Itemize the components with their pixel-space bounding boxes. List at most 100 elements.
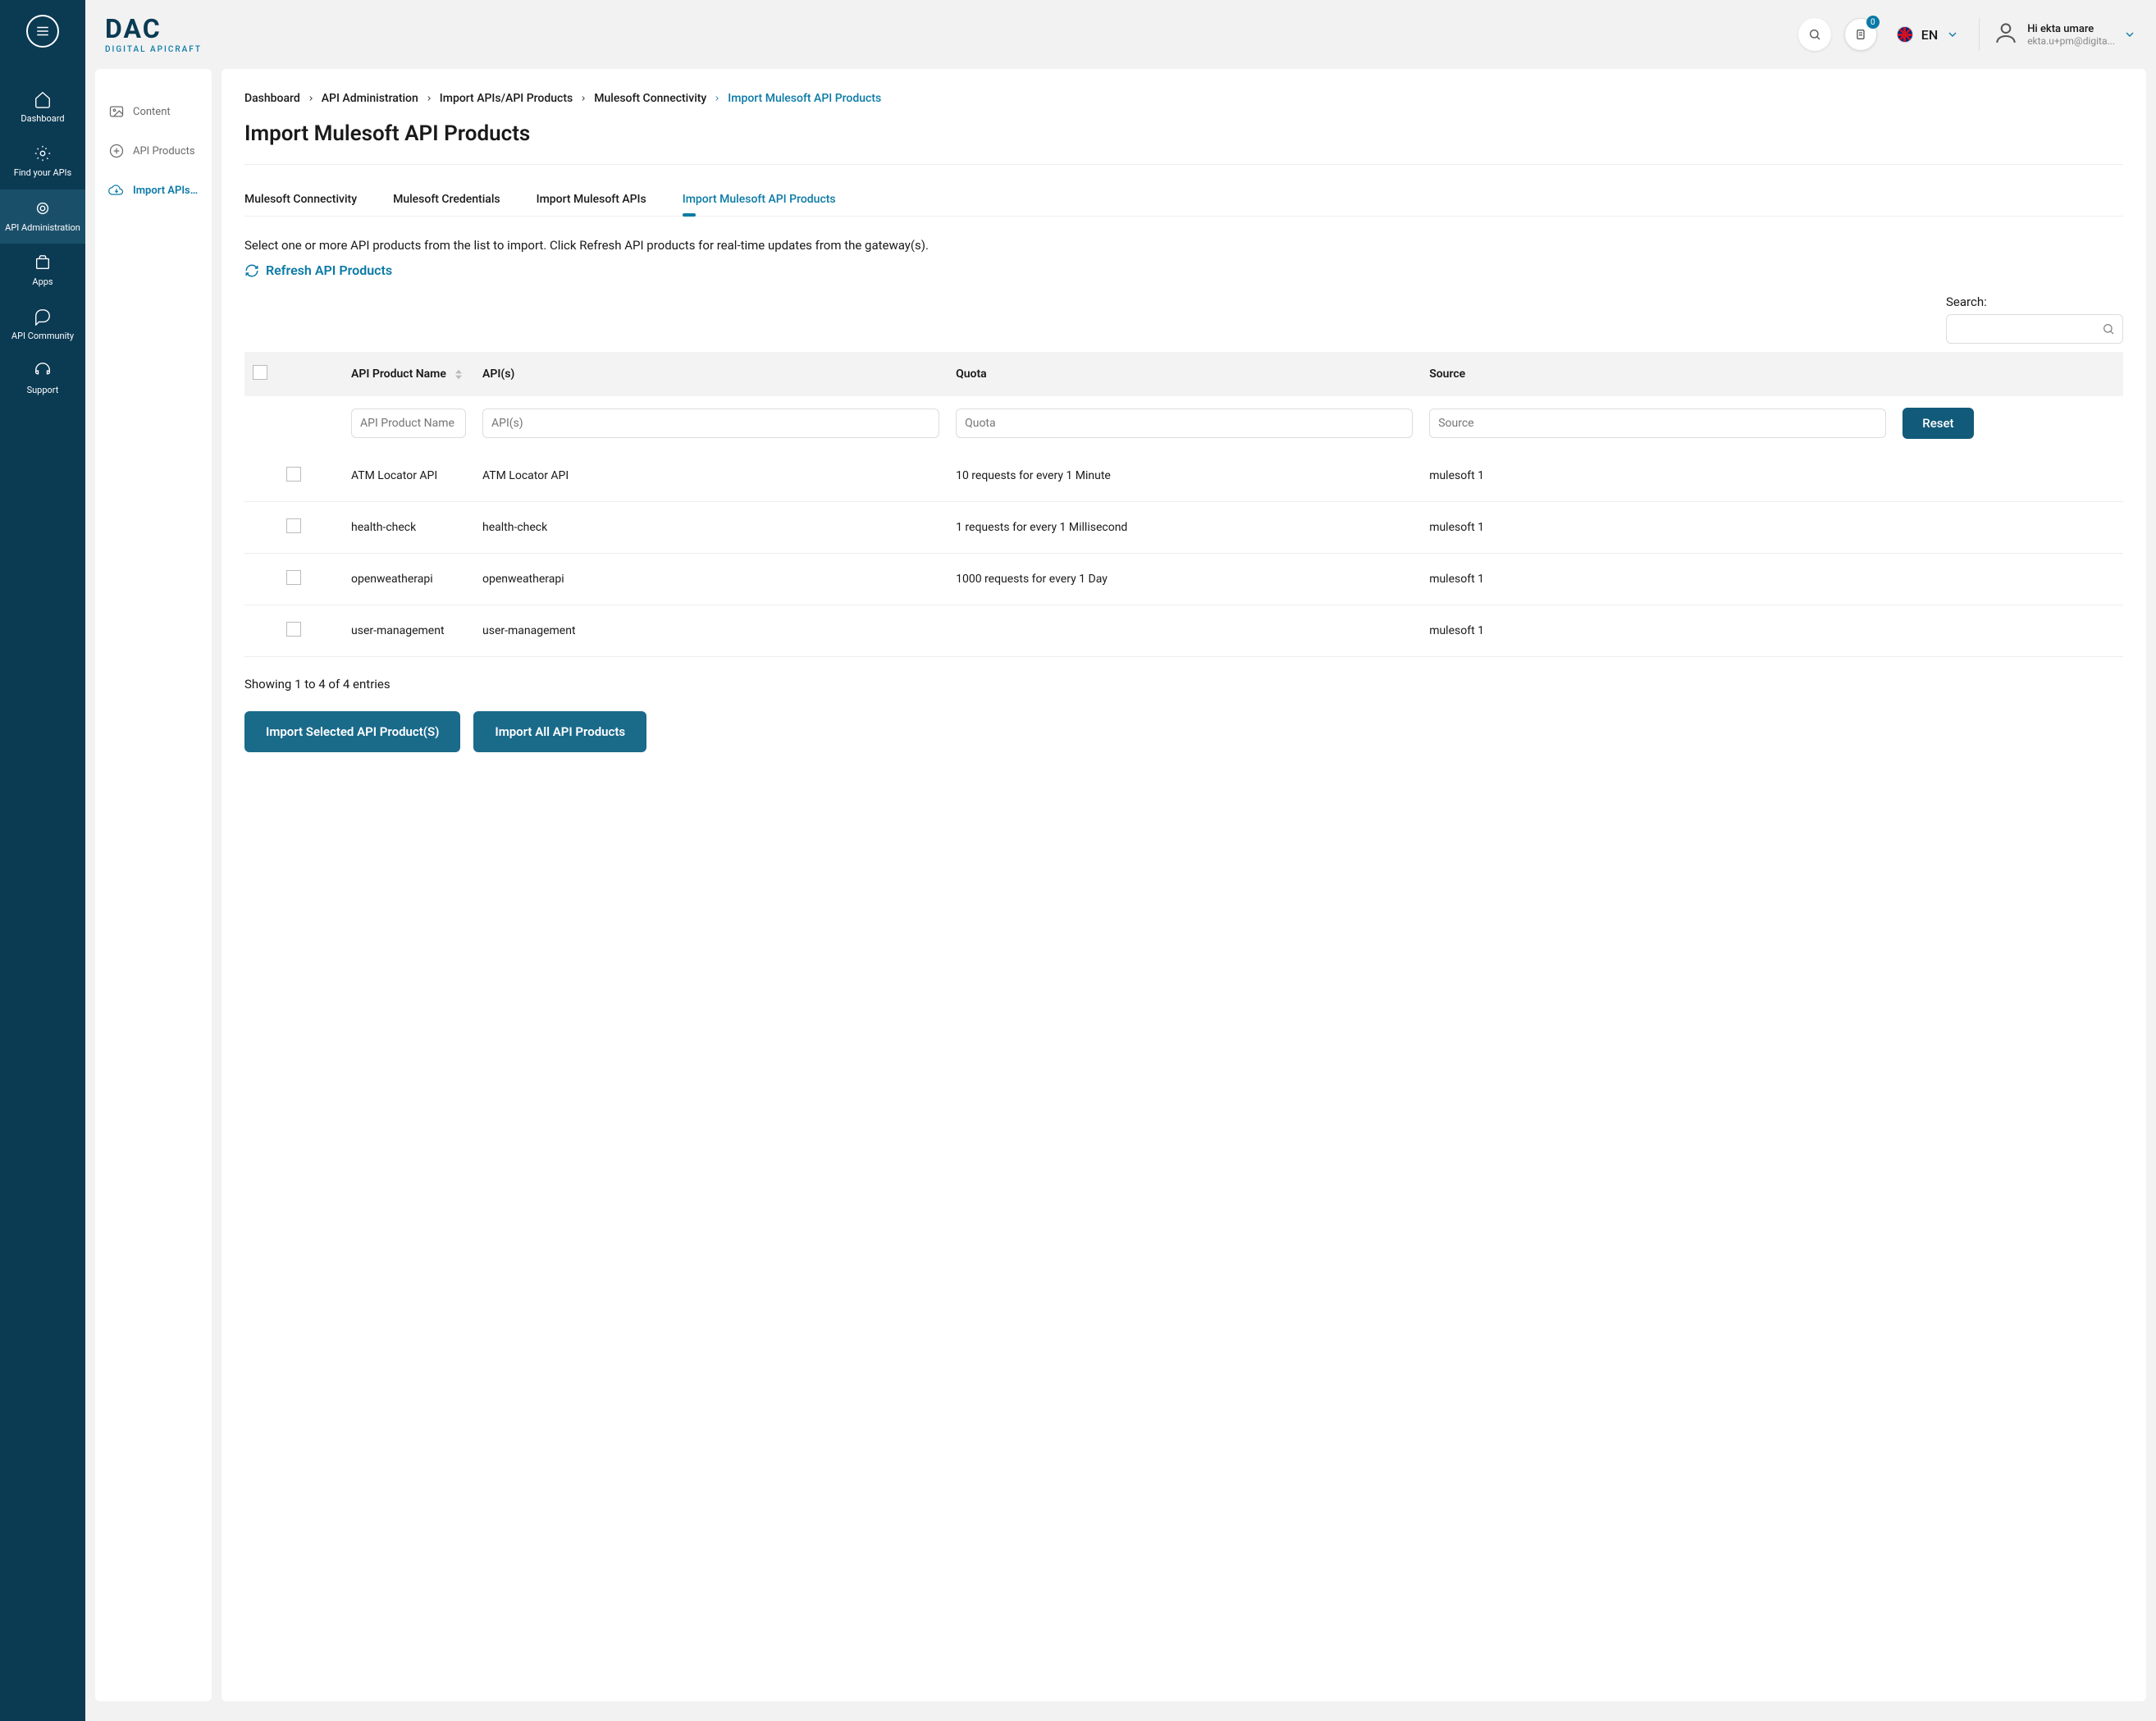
language-selector[interactable]: EN bbox=[1890, 26, 1966, 43]
rail-item-api-admin[interactable]: API Administration bbox=[0, 189, 85, 244]
user-menu[interactable]: Hi ekta umare ekta.u+pm@digita... bbox=[1993, 20, 2136, 49]
hamburger-icon bbox=[35, 24, 50, 39]
rail-label: Find your APIs bbox=[14, 167, 71, 179]
search-input[interactable] bbox=[1946, 314, 2123, 344]
cell-apis: openweatherapi bbox=[474, 554, 948, 605]
chevron-down-icon bbox=[1946, 28, 1959, 41]
refresh-icon bbox=[244, 263, 259, 278]
cell-quota: 10 requests for every 1 Minute bbox=[948, 450, 1421, 502]
filter-name-input[interactable] bbox=[351, 409, 466, 438]
table-row: openweatherapiopenweatherapi1000 request… bbox=[244, 554, 2123, 605]
import-selected-button[interactable]: Import Selected API Product(S) bbox=[244, 711, 460, 752]
cell-apis: ATM Locator API bbox=[474, 450, 948, 502]
cell-source: mulesoft 1 bbox=[1421, 502, 1894, 554]
rail-item-find-apis[interactable]: Find your APIs bbox=[0, 135, 85, 189]
sidebar-item-api-products[interactable]: API Products bbox=[95, 131, 212, 171]
sidebar-label: Content bbox=[133, 106, 171, 118]
crumb-api-admin[interactable]: API Administration bbox=[322, 92, 418, 105]
rail-label: API Administration bbox=[5, 222, 80, 234]
box-icon bbox=[34, 253, 52, 272]
avatar-icon bbox=[1993, 20, 2019, 49]
gear-icon bbox=[34, 144, 52, 162]
image-icon bbox=[108, 103, 125, 120]
row-checkbox[interactable] bbox=[286, 622, 301, 637]
cell-name: health-check bbox=[343, 502, 474, 554]
tab-connectivity[interactable]: Mulesoft Connectivity bbox=[244, 183, 357, 216]
header-search-button[interactable] bbox=[1798, 18, 1831, 51]
refresh-button[interactable]: Refresh API Products bbox=[244, 262, 392, 278]
chevron-right-icon bbox=[713, 94, 721, 103]
crumb-mulesoft[interactable]: Mulesoft Connectivity bbox=[594, 92, 706, 105]
table-row: ATM Locator APIATM Locator API10 request… bbox=[244, 450, 2123, 502]
crumb-dashboard[interactable]: Dashboard bbox=[244, 92, 300, 105]
sidebar-item-content[interactable]: Content bbox=[95, 92, 212, 131]
page-title: Import Mulesoft API Products bbox=[244, 121, 2123, 165]
cell-quota: 1000 requests for every 1 Day bbox=[948, 554, 1421, 605]
description-text: Select one or more API products from the… bbox=[244, 238, 2123, 253]
house-icon bbox=[34, 90, 52, 108]
cell-name: ATM Locator API bbox=[343, 450, 474, 502]
col-header-quota[interactable]: Quota bbox=[956, 367, 987, 381]
headset-icon bbox=[34, 362, 52, 380]
row-checkbox[interactable] bbox=[286, 518, 301, 533]
col-header-source[interactable]: Source bbox=[1429, 367, 1465, 381]
sort-icon[interactable] bbox=[455, 369, 462, 380]
user-greeting: Hi ekta umare bbox=[2027, 23, 2115, 35]
sidebar-label: API Products bbox=[133, 145, 195, 157]
chevron-right-icon bbox=[425, 94, 433, 103]
table-row: user-managementuser-managementmulesoft 1 bbox=[244, 605, 2123, 657]
filter-source-input[interactable] bbox=[1429, 409, 1886, 438]
logo[interactable]: DAC DIGITAL APICRAFT bbox=[105, 16, 202, 54]
rail-item-apps[interactable]: Apps bbox=[0, 244, 85, 298]
rail-item-dashboard[interactable]: Dashboard bbox=[0, 80, 85, 135]
row-checkbox[interactable] bbox=[286, 467, 301, 482]
sidebar-item-import-apis[interactable]: Import APIs / ... bbox=[95, 171, 212, 210]
sidebar-label: Import APIs / ... bbox=[133, 185, 199, 197]
cloud-download-icon bbox=[108, 182, 125, 199]
tab-credentials[interactable]: Mulesoft Credentials bbox=[393, 183, 500, 216]
import-all-button[interactable]: Import All API Products bbox=[473, 711, 646, 752]
table-footer-text: Showing 1 to 4 of 4 entries bbox=[244, 677, 2123, 692]
rail-item-support[interactable]: Support bbox=[0, 352, 85, 406]
cell-source: mulesoft 1 bbox=[1421, 605, 1894, 657]
cell-source: mulesoft 1 bbox=[1421, 554, 1894, 605]
logo-main: DAC bbox=[105, 16, 202, 42]
refresh-label: Refresh API Products bbox=[266, 262, 392, 278]
rail-label: API Community bbox=[11, 331, 74, 342]
crumb-import[interactable]: Import APIs/API Products bbox=[440, 92, 573, 105]
cell-apis: health-check bbox=[474, 502, 948, 554]
cell-name: openweatherapi bbox=[343, 554, 474, 605]
row-checkbox[interactable] bbox=[286, 570, 301, 585]
breadcrumb: Dashboard API Administration Import APIs… bbox=[244, 92, 2123, 105]
search-icon bbox=[2102, 322, 2115, 336]
reset-button[interactable]: Reset bbox=[1902, 408, 1973, 439]
user-email: ekta.u+pm@digita... bbox=[2027, 35, 2115, 47]
chevron-down-icon bbox=[2123, 28, 2136, 41]
notification-badge: 0 bbox=[1866, 16, 1880, 29]
chat-icon bbox=[34, 308, 52, 326]
tab-import-apis[interactable]: Import Mulesoft APIs bbox=[537, 183, 646, 216]
search-label: Search: bbox=[1946, 294, 2123, 309]
crumb-current: Import Mulesoft API Products bbox=[728, 92, 881, 105]
api-icon bbox=[108, 143, 125, 159]
divider bbox=[1979, 18, 1980, 51]
rail-item-community[interactable]: API Community bbox=[0, 298, 85, 352]
notifications-button[interactable]: 0 bbox=[1844, 18, 1877, 51]
col-header-name[interactable]: API Product Name bbox=[351, 367, 446, 381]
gear-icon bbox=[34, 199, 52, 217]
cell-quota bbox=[948, 605, 1421, 657]
search-icon bbox=[1808, 28, 1821, 41]
clipboard-icon bbox=[1854, 28, 1867, 41]
filter-apis-input[interactable] bbox=[482, 409, 939, 438]
menu-toggle[interactable] bbox=[26, 15, 59, 48]
chevron-right-icon bbox=[307, 94, 315, 103]
table-row: health-checkhealth-check1 requests for e… bbox=[244, 502, 2123, 554]
tab-import-products[interactable]: Import Mulesoft API Products bbox=[683, 183, 836, 216]
filter-quota-input[interactable] bbox=[956, 409, 1413, 438]
col-header-apis[interactable]: API(s) bbox=[482, 367, 514, 381]
select-all-checkbox[interactable] bbox=[253, 365, 267, 380]
chevron-right-icon bbox=[579, 94, 587, 103]
rail-label: Support bbox=[27, 385, 59, 396]
cell-source: mulesoft 1 bbox=[1421, 450, 1894, 502]
logo-sub: DIGITAL APICRAFT bbox=[105, 45, 202, 54]
